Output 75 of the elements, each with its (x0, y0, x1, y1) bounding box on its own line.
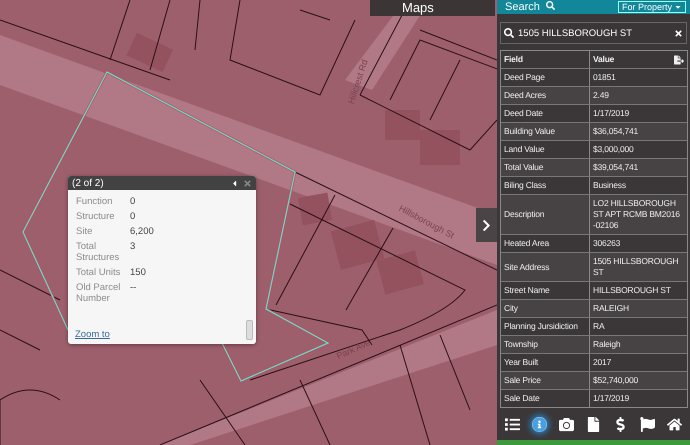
field-label: Function (76, 196, 114, 207)
value-cell: HILLSBOROUGH ST (589, 282, 687, 299)
maps-button[interactable]: Maps (370, 0, 495, 16)
field-label: Old Parcel Number (76, 282, 122, 304)
field-cell-text: Deed Date (503, 107, 544, 120)
value-cell: 1/17/2019 (589, 105, 687, 122)
field-cell-text: Street Name (503, 284, 551, 297)
column-header: Value (593, 54, 614, 65)
field-label: Total Units (76, 267, 122, 278)
field-value: 0 (130, 211, 136, 222)
scope-dropdown[interactable]: For Property (618, 1, 686, 13)
field-label: Total Structures (76, 241, 120, 263)
field-label: Site (76, 226, 94, 237)
field-label: Structure (76, 211, 116, 222)
value-cell: 306263 (589, 235, 687, 252)
value-cell: 01851 (589, 69, 687, 86)
field-cell-text: Township (503, 338, 539, 351)
field-value: 3 (130, 241, 136, 254)
field-cell-text: Total Value (503, 161, 544, 174)
value-cell: $3,000,000 (589, 141, 687, 158)
value-cell: RALEIGH (589, 300, 687, 317)
toolbar-button[interactable] (505, 416, 520, 432)
export-icon[interactable] (674, 54, 684, 64)
value-cell: Raleigh (589, 336, 687, 353)
flag-icon (640, 416, 655, 432)
value-cell: LO2 HILLSBOROUGH ST APT RCMB BM2016 -02106 (589, 195, 687, 234)
zoom-to-link[interactable]: Zoom to (75, 329, 110, 340)
toolbar-button[interactable] (667, 416, 682, 432)
field-cell-text: Sale Price (503, 374, 542, 387)
camera-icon (559, 416, 574, 432)
scrollbar-thumb[interactable] (246, 320, 253, 340)
toolbar-button[interactable] (532, 416, 547, 432)
field-cell-text: Site Address (503, 260, 550, 274)
search-tab[interactable]: Search (505, 1, 540, 13)
field-cell-text: Sale Date (503, 392, 541, 405)
popup-title: (2 of 2) (72, 178, 105, 188)
field-cell-text: Deed Page (503, 71, 546, 84)
value-cell: Business (589, 177, 687, 194)
field-value: 150 (130, 267, 147, 278)
field-value: -- (130, 282, 138, 295)
field-value: 6,200 (130, 226, 155, 237)
toolbar-button[interactable] (586, 416, 601, 432)
caret-icon (674, 3, 682, 11)
value-cell: $52,740,000 (589, 372, 687, 389)
field-value: 0 (130, 196, 136, 207)
info-icon (532, 416, 547, 432)
expand-panel-button[interactable] (476, 208, 497, 242)
close-icon[interactable] (243, 178, 252, 188)
field-cell-text: Land Value (503, 143, 546, 156)
home-icon (667, 416, 682, 432)
value-cell: 2.49 (589, 87, 687, 104)
field-cell-text: Description (503, 208, 546, 221)
field-cell-text: Planning Jursidiction (503, 320, 579, 333)
field-cell-text: Building Value (503, 125, 556, 138)
toolbar-button[interactable] (640, 416, 655, 432)
search-field[interactable]: 1505 HILLSBOROUGH ST (500, 22, 687, 44)
field-cell-text: Biling Class (503, 179, 548, 192)
clear-icon[interactable] (674, 28, 683, 38)
field-cell-text: Deed Acres (503, 89, 547, 102)
field-cell-text: Year Built (503, 356, 540, 369)
chevron-right-icon (480, 218, 493, 232)
value-cell: $36,054,741 (589, 123, 687, 140)
value-cell: 1505 HILLSBOROUGH ST (589, 253, 687, 281)
toolbar-button[interactable] (559, 416, 574, 432)
search-icon (504, 28, 514, 38)
value-cell: $39,054,741 (589, 159, 687, 176)
file-icon (586, 416, 601, 432)
search-field[interactable]: 1505 HILLSBOROUGH ST (518, 28, 670, 38)
list-icon (505, 416, 520, 432)
value-cell: 2017 (589, 354, 687, 371)
field-cell-text: Heated Area (503, 237, 550, 250)
search-icon (546, 0, 555, 10)
value-cell: 1/17/2019 (589, 390, 687, 407)
value-cell: RA (589, 318, 687, 335)
field-cell-text: City (503, 302, 519, 315)
